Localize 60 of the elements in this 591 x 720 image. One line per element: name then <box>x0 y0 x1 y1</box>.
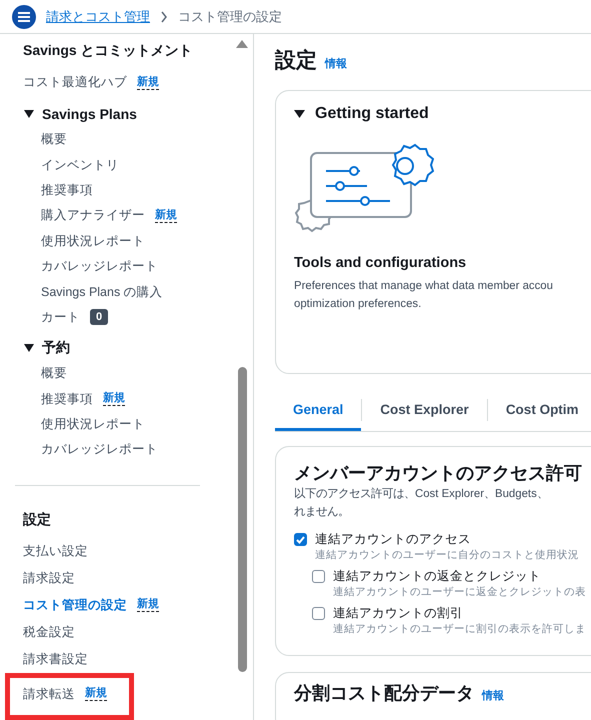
sidebar-link[interactable]: 推奨事項 <box>41 182 93 199</box>
sidebar-link[interactable]: Savings Plans の購入 <box>41 284 163 301</box>
tab[interactable]: Cost Optim <box>488 395 591 431</box>
new-badge: 新規 <box>137 76 159 90</box>
panel-title: 分割コスト配分データ <box>294 682 474 705</box>
sidebar-link[interactable]: 概要 <box>41 131 67 148</box>
sidebar-link[interactable]: 請求転送 <box>23 686 75 703</box>
new-badge: 新規 <box>155 208 177 223</box>
chevron-right-icon <box>160 10 168 22</box>
sidebar-link[interactable]: 概要 <box>41 365 67 382</box>
panel-description-line: optimization preferences. <box>294 297 422 312</box>
sidebar-link[interactable]: コスト管理の設定 <box>23 596 127 614</box>
sidebar-link[interactable]: カバレッジレポート <box>41 441 158 458</box>
sidebar-link[interactable]: 請求設定 <box>23 570 75 587</box>
panel-heading: Tools and configurations <box>294 255 468 271</box>
panel-description-line: れません。 <box>294 505 350 520</box>
sidebar-link[interactable]: カート <box>41 308 80 326</box>
breadcrumb-current: コスト管理の設定 <box>178 8 282 26</box>
sidebar-link[interactable]: コスト最適化ハブ <box>23 74 127 91</box>
checkbox-label: 連結アカウントの返金とクレジット <box>333 568 542 585</box>
group-toggle[interactable]: 予約 <box>0 334 235 362</box>
sidebar-link[interactable]: 使用状況レポート <box>41 416 145 434</box>
info-link[interactable]: 情報 <box>482 688 504 703</box>
sidebar-link[interactable]: 推奨事項 <box>41 390 93 408</box>
scroll-up-icon[interactable] <box>236 40 248 48</box>
menu-button[interactable] <box>12 4 36 28</box>
sidebar-link[interactable]: 購入アナライザー <box>41 207 145 224</box>
sidebar-link[interactable]: 請求書設定 <box>23 650 88 668</box>
sidebar-link[interactable]: 使用状況レポート <box>41 232 145 250</box>
sidebar-link[interactable]: 支払い設定 <box>23 542 88 560</box>
checkbox[interactable] <box>294 533 307 546</box>
checkbox-label: 連結アカウントのアクセス <box>315 531 472 548</box>
checkbox-description: 連結アカウントのユーザーに自分のコストと使用状況 <box>315 548 579 562</box>
section-heading: 設定 <box>22 510 52 529</box>
page-title: 設定 <box>275 48 317 74</box>
checkbox-label: 連結アカウントの割引 <box>333 605 464 622</box>
panel-title: メンバーアカウントのアクセス許可 <box>294 462 583 485</box>
breadcrumb-link[interactable]: 請求とコスト管理 <box>46 8 150 26</box>
checkbox-description: 連結アカウントのユーザーに割引の表示を許可しま <box>333 622 586 636</box>
checkbox[interactable] <box>312 607 325 620</box>
panel-description-line: 以下のアクセス許可は、Cost Explorer、Budgets、 <box>294 486 549 502</box>
sidebar-link[interactable]: 税金設定 <box>23 624 75 641</box>
group-toggle[interactable]: Savings Plans <box>0 100 235 127</box>
info-link[interactable]: 情報 <box>325 56 347 71</box>
count-badge: 0 <box>90 309 108 326</box>
checkbox-description: 連結アカウントのユーザーに返金とクレジットの表 <box>333 585 586 599</box>
tab[interactable]: General <box>275 395 362 431</box>
new-badge: 新規 <box>137 598 159 612</box>
panel-toggle[interactable]: Getting started <box>294 105 429 123</box>
section-heading: Savings とコミットメント <box>22 41 194 60</box>
scrollbar-thumb[interactable] <box>238 367 246 672</box>
tab[interactable]: Cost Explorer <box>362 395 487 431</box>
new-badge: 新規 <box>85 687 107 702</box>
menu-icon <box>18 12 30 22</box>
panel-description-line: Preferences that manage what data member accou <box>294 279 554 294</box>
sidebar-link[interactable]: インベントリ <box>41 156 119 174</box>
new-badge: 新規 <box>103 392 125 406</box>
checkbox[interactable] <box>312 570 325 583</box>
sidebar-link[interactable]: カバレッジレポート <box>41 258 158 276</box>
checkmark-icon <box>296 536 305 544</box>
